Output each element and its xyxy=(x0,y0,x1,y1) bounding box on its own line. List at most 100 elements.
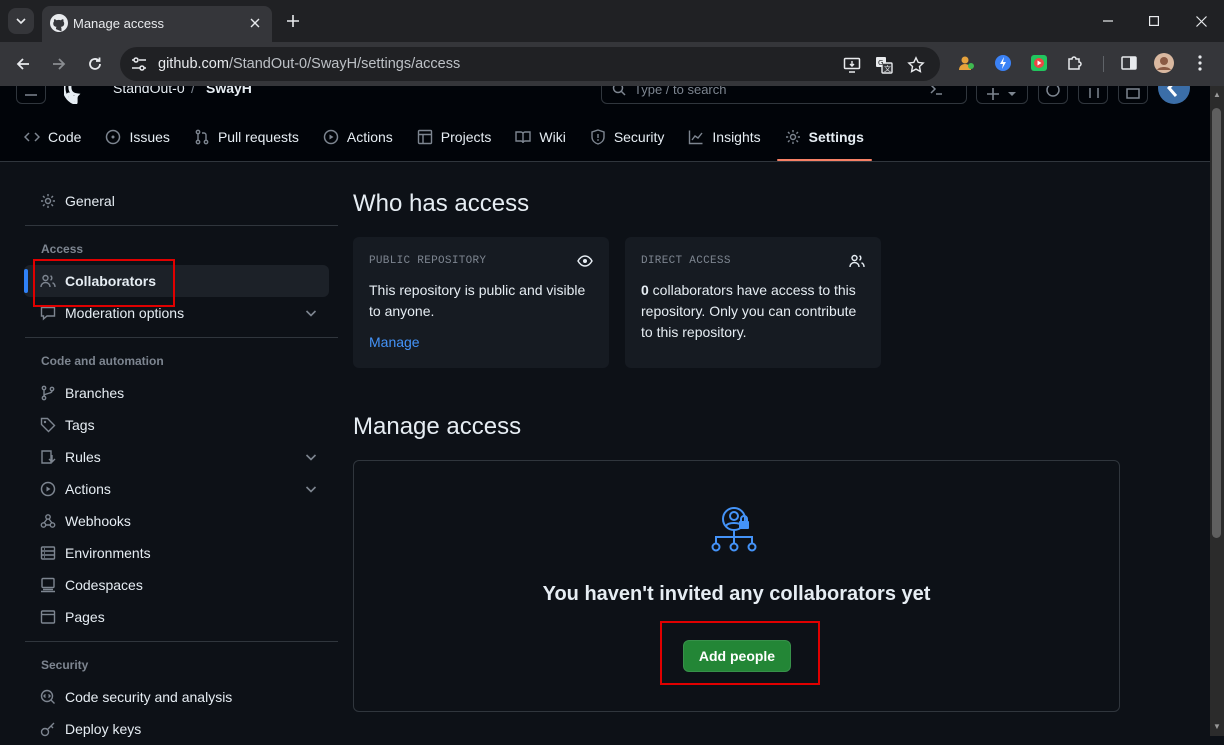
gear-icon xyxy=(785,130,800,144)
user-avatar[interactable] xyxy=(1158,86,1190,104)
sidebar-item-deploy-keys[interactable]: Deploy keys xyxy=(24,713,329,745)
minimize-icon xyxy=(1103,20,1113,22)
command-palette-icon[interactable] xyxy=(928,86,944,97)
empty-state-title: You haven't invited any collaborators ye… xyxy=(542,583,931,605)
install-icon xyxy=(843,57,861,73)
side-panel-button[interactable] xyxy=(1118,52,1140,74)
sidebar-item-label: Code security and analysis xyxy=(65,689,233,705)
tag-icon xyxy=(40,417,56,433)
tab-pull-requests[interactable]: Pull requests xyxy=(186,116,307,158)
pull-requests-button[interactable] xyxy=(1078,86,1108,104)
tab-close-button[interactable] xyxy=(246,14,264,32)
tab-security[interactable]: Security xyxy=(582,116,673,158)
sidebar-item-pages[interactable]: Pages xyxy=(24,601,329,633)
url-text: github.com/StandOut-0/SwayH/settings/acc… xyxy=(158,56,460,72)
new-tab-button[interactable] xyxy=(283,11,303,31)
maximize-button[interactable] xyxy=(1131,6,1177,36)
sidebar-item-actions[interactable]: Actions xyxy=(24,473,329,505)
sidebar-item-tags[interactable]: Tags xyxy=(24,409,329,441)
chevron-down-icon xyxy=(305,486,317,493)
tab-projects[interactable]: Projects xyxy=(409,116,500,158)
hamburger-icon xyxy=(25,94,37,96)
github-logo-icon[interactable] xyxy=(64,86,96,104)
github-search-input[interactable]: Type / to search xyxy=(601,86,967,104)
card-caption: PUBLIC REPOSITORY xyxy=(369,255,487,267)
webhook-icon xyxy=(40,514,56,528)
sidebar-item-label: Branches xyxy=(65,385,125,401)
install-app-button[interactable] xyxy=(842,55,862,75)
people-icon xyxy=(849,254,865,268)
card-text: 0 collaborators have access to this repo… xyxy=(641,280,871,343)
repo-name-link[interactable]: SwayH xyxy=(206,86,252,96)
sidebar-item-rules[interactable]: Rules xyxy=(24,441,329,473)
codespaces-icon xyxy=(41,577,55,593)
eye-icon xyxy=(577,255,593,267)
branch-icon xyxy=(41,385,55,401)
browser-titlebar: Manage access xyxy=(0,0,1224,42)
tab-wiki[interactable]: Wiki xyxy=(507,116,573,158)
sidebar-item-general[interactable]: General xyxy=(24,185,329,217)
back-button[interactable] xyxy=(11,52,35,76)
translate-icon: G文 xyxy=(876,57,893,74)
sidebar-item-label: General xyxy=(65,193,115,209)
create-new-button[interactable] xyxy=(976,86,1028,104)
browser-icon xyxy=(40,610,56,624)
video-extension-icon xyxy=(1031,55,1047,71)
star-icon xyxy=(907,56,925,73)
plus-icon xyxy=(287,15,299,27)
global-menu-button[interactable] xyxy=(16,86,46,104)
maximize-icon xyxy=(1149,16,1159,26)
issues-button[interactable] xyxy=(1038,86,1068,104)
browser-menu-button[interactable] xyxy=(1189,52,1211,74)
tab-label: Code xyxy=(48,129,82,145)
scrollbar-thumb[interactable] xyxy=(1212,108,1221,538)
address-bar[interactable]: github.com/StandOut-0/SwayH/settings/acc… xyxy=(120,47,940,81)
scroll-down-arrow-icon[interactable]: ▼ xyxy=(1212,722,1222,732)
tab-issues[interactable]: Issues xyxy=(97,116,177,158)
tab-code[interactable]: Code xyxy=(16,116,89,158)
forward-button[interactable] xyxy=(47,52,71,76)
url-host: github.com xyxy=(158,56,229,72)
manage-link[interactable]: Manage xyxy=(369,334,420,350)
card-caption: DIRECT ACCESS xyxy=(641,255,731,267)
scroll-up-arrow-icon[interactable]: ▲ xyxy=(1212,90,1222,100)
sidebar-item-codespaces[interactable]: Codespaces xyxy=(24,569,329,601)
tab-label: Issues xyxy=(129,129,170,145)
repo-owner-link[interactable]: StandOut-0 xyxy=(113,86,185,96)
collaborators-network-icon xyxy=(711,507,757,552)
sidebar-item-label: Webhooks xyxy=(65,513,131,529)
inbox-button[interactable] xyxy=(1118,86,1148,104)
add-people-highlight xyxy=(660,621,820,685)
tab-actions[interactable]: Actions xyxy=(315,116,401,158)
translate-button[interactable]: G文 xyxy=(874,55,894,75)
reload-button[interactable] xyxy=(83,52,107,76)
sidebar-item-webhooks[interactable]: Webhooks xyxy=(24,505,329,537)
extension-1[interactable] xyxy=(955,52,977,74)
sidebar-item-code-security[interactable]: Code security and analysis xyxy=(24,681,329,713)
profile-button[interactable] xyxy=(1153,52,1175,74)
bookmark-button[interactable] xyxy=(906,55,926,75)
tab-search-button[interactable] xyxy=(8,8,34,34)
close-window-button[interactable] xyxy=(1178,6,1224,36)
extension-3[interactable] xyxy=(1028,52,1050,74)
sidebar-item-environments[interactable]: Environments xyxy=(24,537,329,569)
sidebar-item-label: Pages xyxy=(65,609,105,625)
svg-text:G: G xyxy=(878,59,883,67)
close-icon xyxy=(1195,15,1207,27)
extension-2[interactable] xyxy=(992,52,1014,74)
sidebar-item-branches[interactable]: Branches xyxy=(24,377,329,409)
extensions-menu-button[interactable] xyxy=(1064,52,1086,74)
sidebar-item-label: Deploy keys xyxy=(65,721,142,737)
url-path: /StandOut-0/SwayH/settings/access xyxy=(228,56,461,72)
collaborators-highlight xyxy=(33,259,175,307)
issue-icon xyxy=(1046,86,1060,97)
toolbar-separator xyxy=(1103,56,1104,72)
graph-icon xyxy=(689,130,703,145)
rules-icon xyxy=(41,450,56,464)
minimize-button[interactable] xyxy=(1085,6,1131,36)
puzzle-icon xyxy=(1068,56,1082,70)
browser-tab[interactable]: Manage access xyxy=(42,6,272,42)
tab-settings[interactable]: Settings xyxy=(776,116,873,161)
tab-insights[interactable]: Insights xyxy=(680,116,768,158)
server-icon xyxy=(40,546,56,560)
